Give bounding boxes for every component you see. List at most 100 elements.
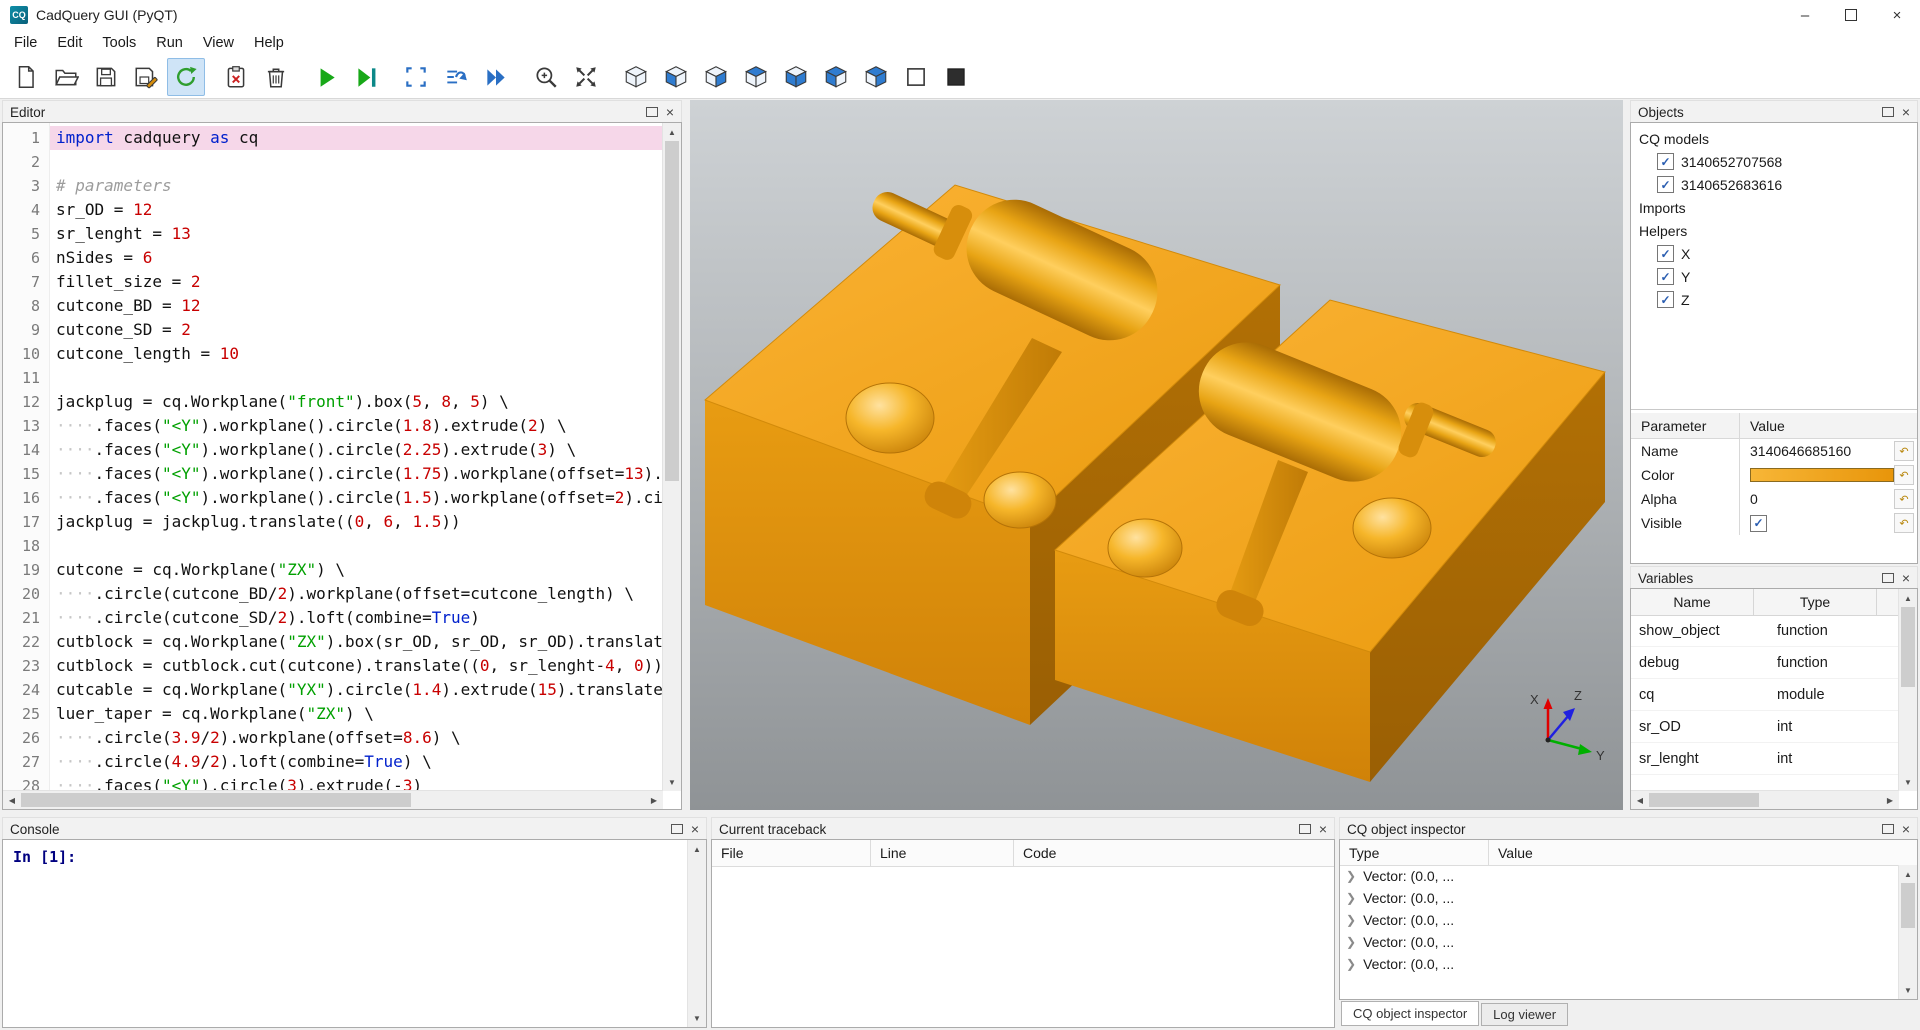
code-lines[interactable]: import cadquery as cq# parameterssr_OD =… bbox=[50, 123, 663, 790]
editor-hscroll-thumb[interactable] bbox=[21, 793, 411, 807]
zoom-fit-button[interactable] bbox=[527, 58, 565, 96]
variable-row[interactable]: sr_ODint12 bbox=[1631, 711, 1899, 743]
checkbox-icon[interactable] bbox=[1657, 268, 1674, 285]
delete-button[interactable] bbox=[257, 58, 295, 96]
scroll-down-icon[interactable]: ▼ bbox=[688, 1009, 706, 1027]
code-line[interactable]: sr_OD = 12 bbox=[50, 198, 663, 222]
code-line[interactable]: ····.circle(3.9/2).workplane(offset=8.6)… bbox=[50, 726, 663, 750]
inspector-row[interactable]: ❯Vector: (0.0, ... bbox=[1340, 953, 1899, 975]
code-line[interactable]: cutcone_SD = 2 bbox=[50, 318, 663, 342]
code-line[interactable]: sr_lenght = 13 bbox=[50, 222, 663, 246]
variable-row[interactable]: debugfunction<f bbox=[1631, 647, 1899, 679]
checkbox-icon[interactable] bbox=[1657, 291, 1674, 308]
color-swatch[interactable] bbox=[1750, 468, 1894, 482]
close-icon[interactable]: × bbox=[691, 822, 699, 836]
code-line[interactable]: cutcone = cq.Workplane("ZX") \ bbox=[50, 558, 663, 582]
console-vscrollbar[interactable]: ▲ ▼ bbox=[687, 840, 706, 1027]
close-icon[interactable]: × bbox=[1902, 571, 1910, 585]
wireframe-button[interactable] bbox=[897, 58, 935, 96]
expand-icon[interactable]: ❯ bbox=[1346, 935, 1356, 949]
expand-icon[interactable]: ❯ bbox=[1346, 869, 1356, 883]
variables-vscroll-thumb[interactable] bbox=[1901, 607, 1915, 687]
save-as-button[interactable] bbox=[127, 58, 165, 96]
float-icon[interactable] bbox=[1882, 573, 1894, 583]
clear-button[interactable] bbox=[217, 58, 255, 96]
code-line[interactable]: cutcone_length = 10 bbox=[50, 342, 663, 366]
code-line[interactable]: import cadquery as cq bbox=[50, 126, 663, 150]
new-file-button[interactable] bbox=[7, 58, 45, 96]
scroll-down-icon[interactable]: ▼ bbox=[663, 773, 681, 791]
scroll-up-icon[interactable]: ▲ bbox=[1899, 865, 1917, 883]
close-icon[interactable]: × bbox=[1902, 822, 1910, 836]
checkbox-icon[interactable] bbox=[1657, 153, 1674, 170]
expand-icon[interactable]: ❯ bbox=[1346, 891, 1356, 905]
minimize-button[interactable]: – bbox=[1782, 0, 1828, 30]
debug-button[interactable] bbox=[347, 58, 385, 96]
scroll-left-icon[interactable]: ◀ bbox=[3, 791, 21, 809]
menu-edit[interactable]: Edit bbox=[47, 30, 92, 56]
continue-button[interactable] bbox=[477, 58, 515, 96]
tree-group-cq-models[interactable]: CQ models bbox=[1631, 127, 1917, 150]
console-body[interactable]: In [1]: ▲ ▼ bbox=[2, 839, 707, 1028]
property-value[interactable]: 3140646685160 bbox=[1740, 443, 1894, 459]
fit-all-button[interactable] bbox=[567, 58, 605, 96]
inspector-row[interactable]: ❯Vector: (0.0, ... bbox=[1340, 909, 1899, 931]
float-icon[interactable] bbox=[671, 824, 683, 834]
checkbox-icon[interactable] bbox=[1657, 245, 1674, 262]
code-line[interactable]: jackplug = cq.Workplane("front").box(5, … bbox=[50, 390, 663, 414]
editor-hscrollbar[interactable]: ◀ ▶ bbox=[3, 790, 663, 809]
variable-row[interactable]: show_objectfunction<f bbox=[1631, 615, 1899, 647]
scroll-down-icon[interactable]: ▼ bbox=[1899, 981, 1917, 999]
menu-run[interactable]: Run bbox=[146, 30, 193, 56]
scroll-down-icon[interactable]: ▼ bbox=[1899, 773, 1917, 791]
tab-log-viewer[interactable]: Log viewer bbox=[1481, 1003, 1568, 1026]
variables-vscrollbar[interactable]: ▲ ▼ bbox=[1898, 589, 1917, 791]
view-iso-button[interactable] bbox=[617, 58, 655, 96]
scroll-up-icon[interactable]: ▲ bbox=[1899, 589, 1917, 607]
open-button[interactable] bbox=[47, 58, 85, 96]
property-value[interactable]: 0 bbox=[1740, 491, 1894, 507]
float-icon[interactable] bbox=[1882, 107, 1894, 117]
editor-vscroll-thumb[interactable] bbox=[665, 141, 679, 481]
scroll-left-icon[interactable]: ◀ bbox=[1631, 791, 1649, 809]
code-line[interactable] bbox=[50, 366, 663, 390]
tree-group-helpers[interactable]: Helpers bbox=[1631, 219, 1917, 242]
float-icon[interactable] bbox=[1882, 824, 1894, 834]
reset-icon[interactable] bbox=[1894, 513, 1914, 533]
tree-item-model[interactable]: 3140652707568 bbox=[1631, 150, 1917, 173]
tree-item-helper-y[interactable]: Y bbox=[1631, 265, 1917, 288]
code-line[interactable]: ····.faces("<Y").workplane().circle(1.8)… bbox=[50, 414, 663, 438]
visible-checkbox[interactable] bbox=[1750, 515, 1767, 532]
view-left-button[interactable] bbox=[817, 58, 855, 96]
code-line[interactable]: jackplug = jackplug.translate((0, 6, 1.5… bbox=[50, 510, 663, 534]
inspector-row[interactable]: ❯Vector: (0.0, ... bbox=[1340, 865, 1899, 887]
code-line[interactable] bbox=[50, 534, 663, 558]
menu-help[interactable]: Help bbox=[244, 30, 294, 56]
code-line[interactable]: cutblock = cutblock.cut(cutcone).transla… bbox=[50, 654, 663, 678]
step-over-button[interactable] bbox=[437, 58, 475, 96]
menu-view[interactable]: View bbox=[193, 30, 244, 56]
inspector-row[interactable]: ❯Vector: (0.0, ... bbox=[1340, 931, 1899, 953]
scroll-right-icon[interactable]: ▶ bbox=[1881, 791, 1899, 809]
variable-row[interactable]: sr_lenghtint13 bbox=[1631, 743, 1899, 775]
view-back-button[interactable] bbox=[697, 58, 735, 96]
tree-item-model[interactable]: 3140652683616 bbox=[1631, 173, 1917, 196]
reset-icon[interactable] bbox=[1894, 441, 1914, 461]
scroll-right-icon[interactable]: ▶ bbox=[645, 791, 663, 809]
tree-group-imports[interactable]: Imports bbox=[1631, 196, 1917, 219]
code-line[interactable]: ····.faces("<Y").workplane().circle(1.5)… bbox=[50, 486, 663, 510]
menu-file[interactable]: File bbox=[4, 30, 47, 56]
tree-item-helper-z[interactable]: Z bbox=[1631, 288, 1917, 311]
code-line[interactable]: ····.faces("<Y").workplane().circle(1.75… bbox=[50, 462, 663, 486]
reset-icon[interactable] bbox=[1894, 489, 1914, 509]
code-line[interactable]: fillet_size = 2 bbox=[50, 270, 663, 294]
float-icon[interactable] bbox=[646, 107, 658, 117]
inspector-row[interactable]: ❯Vector: (0.0, ... bbox=[1340, 887, 1899, 909]
variables-hscrollbar[interactable]: ◀ ▶ bbox=[1631, 790, 1899, 809]
reset-icon[interactable] bbox=[1894, 465, 1914, 485]
close-icon[interactable]: × bbox=[666, 105, 674, 119]
expand-icon[interactable]: ❯ bbox=[1346, 957, 1356, 971]
code-line[interactable]: cutcone_BD = 12 bbox=[50, 294, 663, 318]
variables-hscroll-thumb[interactable] bbox=[1649, 793, 1759, 807]
code-line[interactable]: ····.circle(cutcone_SD/2).loft(combine=T… bbox=[50, 606, 663, 630]
